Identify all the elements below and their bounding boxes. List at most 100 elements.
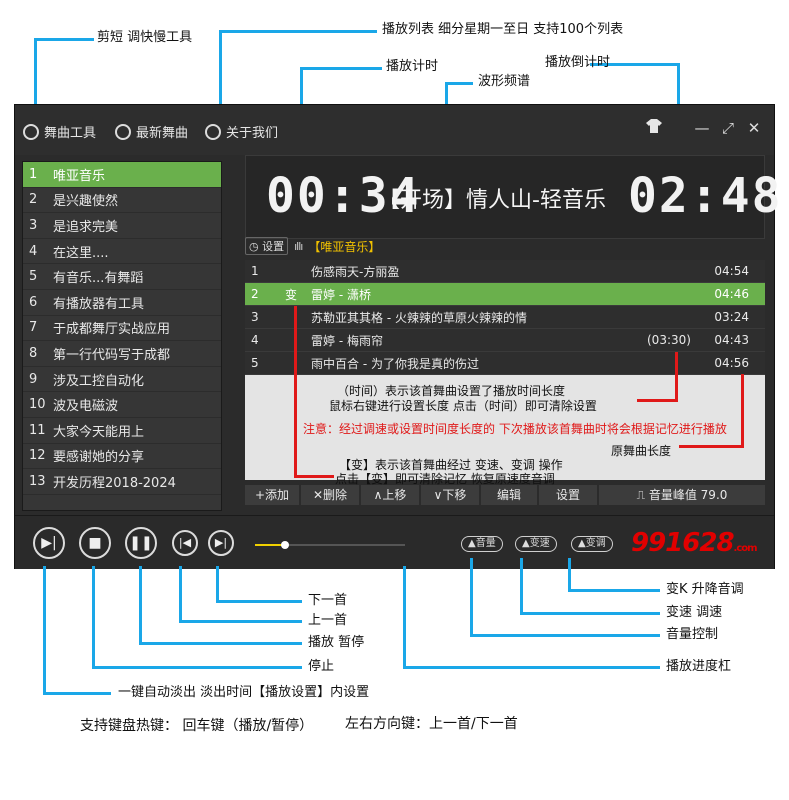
song-row[interactable]: 4 雷婷 - 梅雨帘 (03:30) 04:43: [245, 329, 765, 352]
callout-waveform: 波形频谱: [478, 74, 531, 89]
song-number: 2: [251, 287, 259, 301]
playlist-number: 4: [29, 243, 38, 259]
music-note-icon: [115, 123, 131, 140]
set-time[interactable]: (03:30): [647, 333, 691, 347]
seek-bar[interactable]: [255, 541, 405, 549]
move-up-button[interactable]: ∧上移: [361, 485, 419, 505]
playlist-label: 是追求完美: [53, 219, 119, 235]
callout-volume: 音量控制: [666, 627, 719, 642]
current-playlist-label: 【唯亚音乐】: [308, 239, 381, 254]
note-right-click: 鼠标右键进行设置长度 点击（时间）即可清除设置: [329, 399, 597, 413]
now-playing-display: 00:34 【开场】情人山-轻音乐 02:48: [245, 155, 781, 239]
playback-controls: ▶| ■ ❚❚ |◀ ▶| ▲音量 ▲变速 ▲变调 991628.com: [15, 515, 774, 569]
playlist-sidebar: 1 唯亚音乐 2 是兴趣使然 3 是追求完美 4 在这里.... 5 有音乐...有舞蹈 6 有播放器…: [22, 161, 222, 511]
pitch-button[interactable]: ▲变调: [571, 536, 613, 552]
edit-button[interactable]: 编辑: [481, 485, 537, 505]
playlist-item[interactable]: 1 唯亚音乐: [23, 162, 221, 188]
song-list: 5 雨中百合 - 为了你我是真的伤过 04:56 4 雷婷 - 梅雨帘 (03:30) 04…: [245, 260, 765, 486]
seek-knob[interactable]: [281, 541, 289, 549]
callout-countdown: 播放倒计时: [545, 55, 611, 70]
playlist-item[interactable]: 9 涉及工控自动化: [23, 367, 221, 393]
volume-peak-display: ⎍ 音量峰值 79.0: [599, 485, 765, 505]
song-title: 雷婷 - 潇桥: [311, 287, 371, 302]
speed-button[interactable]: ▲变速: [515, 536, 557, 552]
toolbar-settings-button[interactable]: 设置: [539, 485, 597, 505]
next-button[interactable]: ▶|: [208, 530, 234, 556]
stop-button[interactable]: ■: [79, 527, 111, 559]
close-button[interactable]: ✕: [743, 117, 765, 139]
add-button[interactable]: +添加: [245, 485, 299, 505]
playlist-number: 2: [29, 192, 38, 208]
playlist-number: 11: [29, 422, 46, 438]
song-number: 3: [251, 310, 259, 324]
song-row[interactable]: 5 雨中百合 - 为了你我是真的伤过 04:56: [245, 352, 765, 375]
callout-next: 下一首: [308, 593, 348, 608]
playlist-number: 6: [29, 294, 38, 310]
delete-button[interactable]: ✕删除: [301, 485, 359, 505]
playlist-label: 要感谢她的分享: [53, 450, 145, 466]
playlist-number: 5: [29, 269, 38, 285]
playlist-item[interactable]: 3 是追求完美: [23, 213, 221, 239]
song-row[interactable]: 3 苏勒亚其其格 - 火辣辣的草原火辣辣的情 03:24: [245, 306, 765, 329]
menu-dance-tools[interactable]: 舞曲工具: [23, 122, 96, 141]
maximize-button[interactable]: ⤢: [717, 117, 739, 139]
note-original-length: 原舞曲长度: [611, 444, 672, 458]
variation-flag[interactable]: 变: [285, 286, 297, 303]
song-duration: 04:46: [714, 287, 749, 301]
previous-button[interactable]: |◀: [172, 530, 198, 556]
play-pause-button[interactable]: ❚❚: [125, 527, 157, 559]
callout-playlist: 播放列表 细分星期一至日 支持100个列表: [382, 22, 624, 37]
peak-value: 79.0: [700, 488, 728, 502]
fade-out-button[interactable]: ▶|: [33, 527, 65, 559]
note-warning: 注意：经过调速或设置时间度长度的 下次播放该首舞曲时将会根据记忆进行播放: [303, 422, 727, 436]
playlist-label: 波及电磁波: [53, 399, 119, 415]
playlist-item[interactable]: 13 开发历程2018-2024: [23, 469, 221, 495]
playlist-label: 在这里....: [53, 245, 109, 261]
callout-seekbar: 播放进度杠: [666, 659, 732, 674]
hotkey-note-left: 支持键盘热键： 回车键（播放/暂停）: [80, 718, 314, 734]
peak-icon: ⎍: [636, 488, 649, 502]
menu-about-us[interactable]: 关于我们: [205, 122, 278, 141]
song-number: 1: [251, 264, 259, 278]
playlist-item[interactable]: 6 有播放器有工具: [23, 290, 221, 316]
playlist-label: 唯亚音乐: [53, 168, 106, 184]
countdown-timer: 02:48: [628, 168, 783, 224]
menu-latest-dance[interactable]: 最新舞曲: [115, 122, 188, 141]
song-row[interactable]: 2 变雷婷 - 潇桥 04:46: [245, 283, 765, 306]
hotkey-note-right: 左右方向键：上一首/下一首: [345, 716, 518, 732]
now-playing-title: 【开场】情人山-轻音乐: [378, 188, 606, 213]
playlist-label: 涉及工控自动化: [53, 373, 145, 389]
move-down-button[interactable]: ∨下移: [421, 485, 479, 505]
playlist-number: 9: [29, 371, 38, 387]
settings-button[interactable]: ◷ 设置: [245, 237, 289, 255]
callout-stop: 停止: [308, 659, 335, 674]
playlist-item[interactable]: 7 于成都舞厅实战应用: [23, 316, 221, 342]
callout-prev: 上一首: [308, 613, 348, 628]
playlist-number: 12: [29, 448, 46, 464]
playlist-label: 是兴趣使然: [53, 194, 119, 210]
song-duration: 04:56: [714, 356, 749, 370]
playlist-item[interactable]: 10 波及电磁波: [23, 392, 221, 418]
playlist-label: 有音乐...有舞蹈: [53, 271, 144, 287]
playlist-number: 13: [29, 473, 46, 489]
shirt-icon[interactable]: [643, 117, 665, 139]
callout-play-timer: 播放计时: [386, 59, 439, 74]
playlist-item[interactable]: 2 是兴趣使然: [23, 188, 221, 214]
volume-button[interactable]: ▲音量: [461, 536, 503, 552]
playlist-number: 7: [29, 320, 38, 336]
playlist-item[interactable]: 8 第一行代码写于成都: [23, 341, 221, 367]
playlist-item[interactable]: 11 大家今天能用上: [23, 418, 221, 444]
song-title: 苏勒亚其其格 - 火辣辣的草原火辣辣的情: [311, 310, 527, 325]
callout-play-pause: 播放 暂停: [308, 635, 365, 650]
callout-fade: 一键自动淡出 淡出时间【播放设置】内设置: [118, 685, 370, 700]
minimize-button[interactable]: —: [691, 117, 713, 139]
playlist-label: 于成都舞厅实战应用: [53, 322, 171, 338]
playlist-item[interactable]: 5 有音乐...有舞蹈: [23, 264, 221, 290]
song-row[interactable]: 1 伤感雨天-方丽盈 04:54: [245, 260, 765, 283]
waveform-icon: ıllı: [294, 239, 303, 253]
playlist-number: 10: [29, 397, 46, 413]
playlist-item[interactable]: 12 要感谢她的分享: [23, 444, 221, 470]
callout-speed: 变速 调速: [666, 605, 723, 620]
playlist-item[interactable]: 4 在这里....: [23, 239, 221, 265]
playlist-number: 1: [29, 166, 38, 182]
